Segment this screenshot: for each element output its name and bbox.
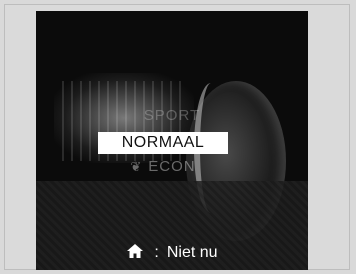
mode-option-normaal-label: NORMAAL — [121, 134, 205, 151]
mode-option-sport-label: SPORT — [143, 107, 201, 124]
home-icon — [126, 243, 144, 265]
display-screen: SPORT NORMAAL ❦ ECON : Niet nu — [36, 11, 308, 270]
eco-leaf-icon: ❦ — [130, 159, 143, 174]
footer-separator: : — [154, 244, 159, 261]
mode-option-sport[interactable]: SPORT — [36, 107, 308, 124]
footer-label: Niet nu — [166, 244, 218, 261]
footer-not-now[interactable]: : Niet nu — [36, 243, 308, 265]
mode-option-econ[interactable]: ❦ ECON — [98, 158, 228, 175]
mode-option-econ-label: ECON — [148, 158, 196, 175]
mode-option-normaal-selected[interactable]: NORMAAL — [98, 132, 228, 154]
